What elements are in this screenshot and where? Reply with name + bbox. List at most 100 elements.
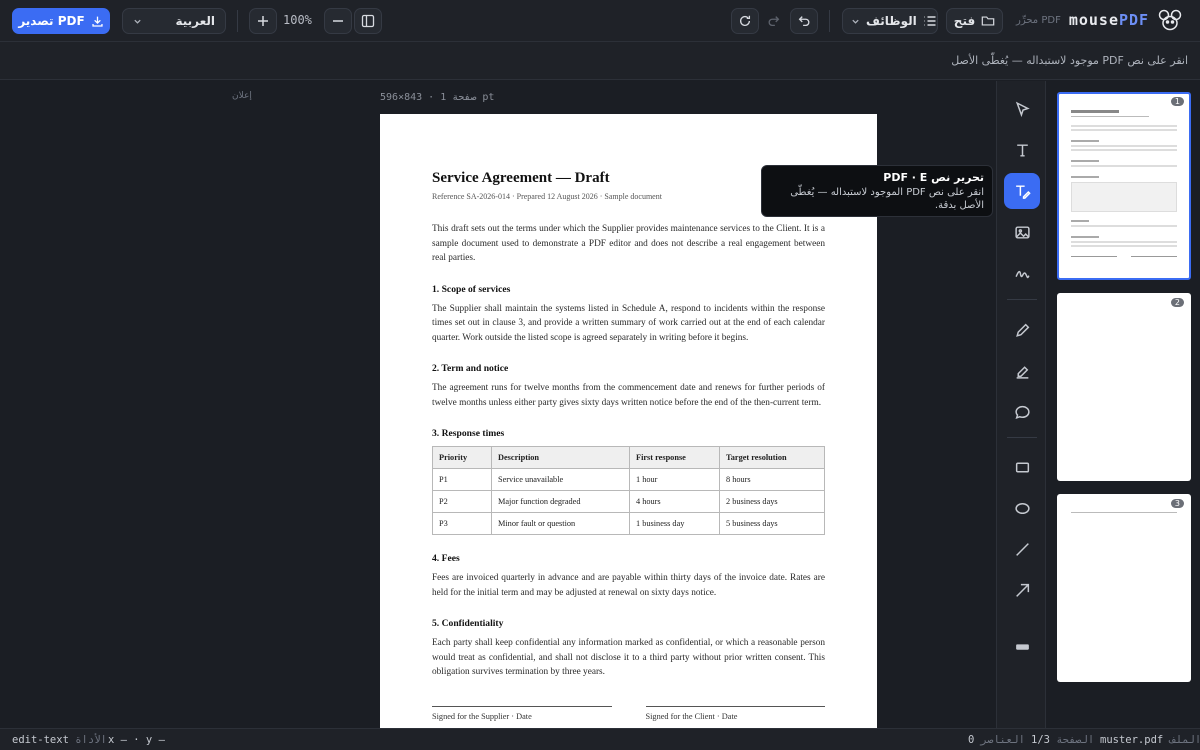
- brand-name-part2: PDF: [1119, 11, 1150, 29]
- image-tool-button[interactable]: [1004, 214, 1040, 250]
- table-cell[interactable]: 1 business day: [629, 512, 720, 535]
- section-heading[interactable]: 4. Fees: [432, 553, 825, 564]
- page-thumbnail[interactable]: 3: [1057, 494, 1191, 682]
- ellipse-tool-button[interactable]: [1004, 490, 1040, 526]
- section-heading[interactable]: 1. Scope of services: [432, 284, 825, 295]
- elements-status: 0 العناصر: [968, 734, 1025, 746]
- arrow-icon: [1014, 582, 1031, 599]
- thumbnail-line: [1071, 165, 1177, 167]
- table-cell[interactable]: Major function degraded: [491, 490, 630, 513]
- intro-paragraph[interactable]: This draft sets out the terms under whic…: [432, 222, 825, 266]
- undo-button[interactable]: [790, 8, 818, 34]
- text-tool-button[interactable]: [1004, 132, 1040, 168]
- section-heading[interactable]: 2. Term and notice: [432, 363, 825, 374]
- table-cell[interactable]: P3: [432, 512, 492, 535]
- signature-block: Signed for the Supplier · Date Signed fo…: [432, 705, 825, 721]
- table-cell[interactable]: 8 hours: [719, 468, 825, 491]
- table-cell[interactable]: Service unavailable: [491, 468, 630, 491]
- table-cell[interactable]: P1: [432, 468, 492, 491]
- refresh-button[interactable]: [731, 8, 759, 34]
- page-thumbnail[interactable]: 2: [1057, 293, 1191, 481]
- functions-label: الوظائف: [866, 14, 917, 28]
- thumbnail-line: [1071, 256, 1117, 257]
- comment-tool-button[interactable]: [1004, 394, 1040, 430]
- section-paragraph[interactable]: The Supplier shall maintain the systems …: [432, 302, 825, 346]
- select-tool-button[interactable]: [1004, 91, 1040, 127]
- tool-hint: انقر على نص PDF موجود لاستبداله — يُغطّى…: [951, 54, 1188, 67]
- minus-icon: [332, 15, 344, 27]
- table-cell[interactable]: P2: [432, 490, 492, 513]
- signature-icon: [1014, 265, 1031, 282]
- table-row: P3 Minor fault or question 1 business da…: [432, 512, 825, 535]
- table-cell[interactable]: 1 hour: [629, 468, 720, 491]
- section-paragraph[interactable]: Fees are invoiced quarterly in advance a…: [432, 571, 825, 600]
- table-cell[interactable]: 2 business days: [719, 490, 825, 513]
- tools-panel: [996, 81, 1046, 728]
- redact-tool-button[interactable]: [1004, 628, 1040, 664]
- table-cell[interactable]: 5 business days: [719, 512, 825, 535]
- client-signature-line[interactable]: Signed for the Client · Date: [645, 705, 825, 721]
- plus-icon: [257, 15, 269, 27]
- table-header[interactable]: First response: [629, 446, 720, 469]
- functions-menu-button[interactable]: الوظائف: [842, 8, 938, 34]
- tooltip-description: انقر على نص PDF الموجود لاستبداله — يُغط…: [790, 187, 984, 211]
- language-value: العربية: [175, 14, 215, 28]
- table-header[interactable]: Target resolution: [719, 446, 825, 469]
- redo-icon: [767, 14, 781, 28]
- divider: [829, 10, 830, 32]
- edit-text-tool-button[interactable]: [1004, 173, 1040, 209]
- zoom-out-button[interactable]: [324, 8, 352, 34]
- elements-label: العناصر: [980, 734, 1025, 746]
- highlighter-icon: [1014, 363, 1031, 380]
- thumbnail-number: 3: [1170, 499, 1184, 508]
- export-pdf-button[interactable]: تصدير PDF: [12, 8, 110, 34]
- section-heading[interactable]: 5. Confidentiality: [432, 618, 825, 629]
- pen-icon: [1014, 322, 1031, 339]
- app-brand: محرِّر PDF mousePDF: [1016, 8, 1183, 32]
- brand-subtitle: محرِّر PDF: [1016, 14, 1061, 26]
- toggle-sidebar-button[interactable]: [354, 8, 382, 34]
- table-header-row: Priority Description First response Targ…: [432, 446, 825, 469]
- undo-icon: [797, 14, 811, 28]
- rectangle-tool-button[interactable]: [1004, 449, 1040, 485]
- thumbnail-line: [1071, 129, 1177, 131]
- table-cell[interactable]: 4 hours: [629, 490, 720, 513]
- table-cell[interactable]: Minor fault or question: [491, 512, 630, 535]
- divider: [237, 10, 238, 32]
- table-header[interactable]: Description: [491, 446, 630, 469]
- arrow-tool-button[interactable]: [1004, 572, 1040, 608]
- top-toolbar: تصدير PDF العربية 100% الوظائف فتح محرِّ…: [0, 0, 1200, 42]
- highlighter-tool-button[interactable]: [1004, 353, 1040, 389]
- signature-tool-button[interactable]: [1004, 255, 1040, 291]
- zoom-level: 100%: [283, 13, 312, 27]
- status-bar: edit-text الأداة x — · y — 0 العناصر 1/3…: [0, 728, 1200, 750]
- table-header[interactable]: Priority: [432, 446, 492, 469]
- redact-icon: [1014, 638, 1031, 655]
- thumbnail-line: [1071, 149, 1177, 151]
- zoom-in-button[interactable]: [249, 8, 277, 34]
- left-pane: إعلان: [0, 81, 260, 728]
- language-select[interactable]: العربية: [122, 8, 226, 34]
- open-file-button[interactable]: فتح: [946, 8, 1003, 34]
- brand-name-part1: mouse: [1068, 11, 1119, 29]
- elements-value: 0: [968, 734, 975, 746]
- thumbnail-line: [1071, 241, 1177, 243]
- table-row: P1 Service unavailable 1 hour 8 hours: [432, 468, 825, 491]
- mouse-logo-icon: [1157, 8, 1183, 32]
- page-thumbnails: 1 2 3: [1047, 81, 1200, 728]
- section-paragraph[interactable]: Each party shall keep confidential any i…: [432, 636, 825, 680]
- pen-tool-button[interactable]: [1004, 312, 1040, 348]
- section-paragraph[interactable]: The agreement runs for twelve months fro…: [432, 381, 825, 410]
- page-status: 1/3 الصفحة: [1031, 734, 1094, 746]
- page-thumbnail[interactable]: 1: [1057, 92, 1191, 280]
- comment-icon: [1014, 404, 1031, 421]
- thumbnail-line: [1071, 145, 1177, 147]
- chevron-down-icon: [851, 17, 860, 26]
- ellipse-icon: [1014, 500, 1031, 517]
- supplier-signature-line[interactable]: Signed for the Supplier · Date: [432, 705, 612, 721]
- thumbnail-line: [1071, 160, 1099, 162]
- download-icon: [91, 15, 104, 28]
- redo-button[interactable]: [760, 8, 788, 34]
- line-tool-button[interactable]: [1004, 531, 1040, 567]
- section-heading[interactable]: 3. Response times: [432, 428, 825, 439]
